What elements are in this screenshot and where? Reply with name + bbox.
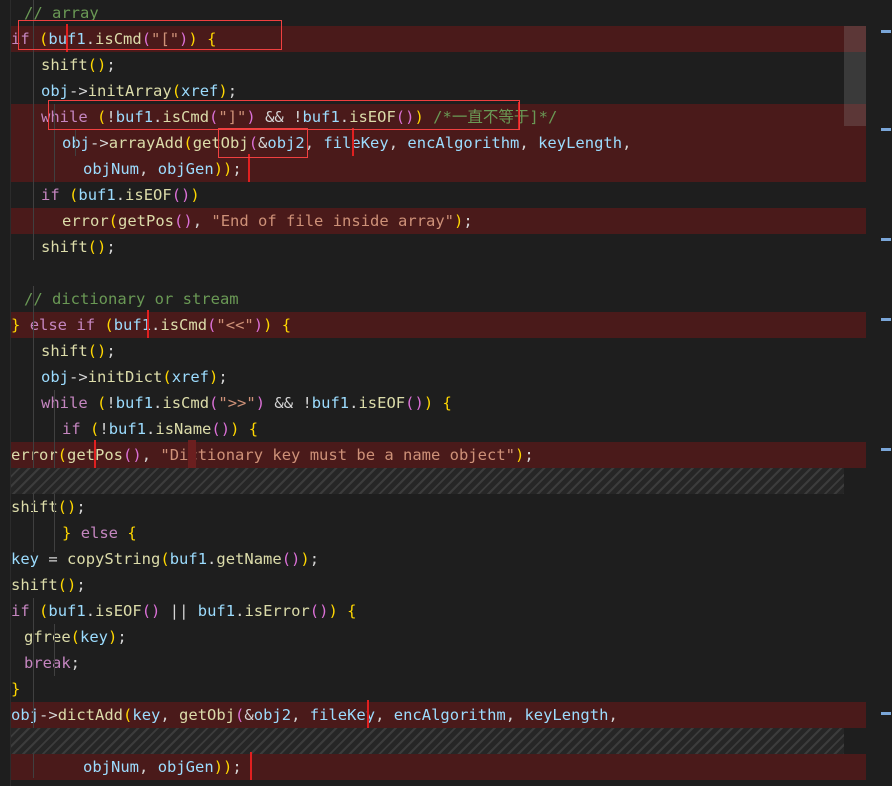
- code-line-text: shift();: [41, 238, 116, 256]
- overview-ruler-mark[interactable]: [881, 128, 891, 131]
- code-line-text: } else if (buf1.isCmd("<<")) {: [11, 316, 292, 334]
- code-line-text: shift();: [11, 498, 86, 516]
- code-line[interactable]: shift();: [0, 52, 866, 78]
- code-line-text: objNum, objGen));: [83, 160, 242, 178]
- code-line[interactable]: obj->initArray(xref);: [0, 78, 866, 104]
- overview-ruler-mark[interactable]: [881, 712, 891, 715]
- code-line[interactable]: shift();: [0, 338, 866, 364]
- code-line[interactable]: [0, 260, 866, 286]
- code-line-text: gfree(key);: [24, 628, 127, 646]
- code-line-text: // dictionary or stream: [24, 290, 239, 308]
- code-line[interactable]: if (!buf1.isName()) {: [0, 416, 866, 442]
- overview-ruler-mark[interactable]: [881, 448, 891, 451]
- indent-guide: [33, 286, 34, 468]
- code-line[interactable]: shift();: [0, 494, 866, 520]
- code-line[interactable]: break;: [0, 650, 866, 676]
- code-line-text: if (buf1.isEOF()): [41, 186, 200, 204]
- vertical-scrollbar[interactable]: [866, 0, 892, 786]
- code-line[interactable]: obj->dictAdd(key, getObj(&obj2, fileKey,…: [0, 702, 866, 728]
- code-line-text: error(getPos(), "Dictionary key must be …: [11, 446, 534, 464]
- code-line[interactable]: } else {: [0, 520, 866, 546]
- overview-ruler-mark[interactable]: [881, 238, 891, 241]
- minimap-highlight-band: [844, 754, 866, 780]
- code-line-text: objNum, objGen));: [83, 758, 242, 776]
- line-gutter: [0, 0, 11, 786]
- code-line-text: while (!buf1.isCmd(">>") && !buf1.isEOF(…: [41, 394, 452, 412]
- code-line-text: break;: [24, 654, 81, 672]
- code-line-text: obj->dictAdd(key, getObj(&obj2, fileKey,…: [11, 706, 618, 724]
- code-line-text: if (buf1.isEOF() || buf1.isError()) {: [11, 602, 357, 620]
- indent-guide: [33, 494, 34, 552]
- code-content[interactable]: // array if (buf1.isCmd("[")) { shift(); ob…: [0, 0, 866, 786]
- indent-guide: [54, 390, 55, 468]
- caret-line-2: [66, 24, 68, 52]
- minimap-slider[interactable]: [844, 26, 866, 126]
- code-line[interactable]: // dictionary or stream: [0, 286, 866, 312]
- code-line-text: while (!buf1.isCmd("]") && !buf1.isEOF()…: [41, 108, 558, 126]
- code-line-text: obj->initArray(xref);: [41, 82, 238, 100]
- caret-line-5: [518, 102, 520, 130]
- code-line[interactable]: if (buf1.isCmd("[")) {: [0, 26, 866, 52]
- folded-range-band: [11, 468, 866, 494]
- code-line[interactable]: // array: [0, 0, 866, 26]
- code-line-text: if (!buf1.isName()) {: [62, 420, 259, 438]
- code-line[interactable]: gfree(key);: [0, 624, 866, 650]
- code-line-text: shift();: [41, 56, 116, 74]
- code-line[interactable]: objNum, objGen));: [0, 754, 866, 780]
- caret-line-6: [352, 128, 354, 156]
- code-line[interactable]: obj->initDict(xref);: [0, 364, 866, 390]
- minimap-highlight-band: [844, 442, 866, 468]
- caret-line-18: [94, 440, 96, 468]
- code-line-text: } else {: [62, 524, 137, 542]
- code-editor[interactable]: // array if (buf1.isCmd("[")) { shift(); ob…: [0, 0, 892, 786]
- code-line-text: // array: [24, 4, 99, 22]
- code-line[interactable]: while (!buf1.isCmd(">>") && !buf1.isEOF(…: [0, 390, 866, 416]
- code-line[interactable]: while (!buf1.isCmd("]") && !buf1.isEOF()…: [0, 104, 866, 130]
- code-line[interactable]: shift();: [0, 572, 866, 598]
- indent-guide: [54, 104, 55, 182]
- code-line[interactable]: }: [0, 676, 866, 702]
- minimap-highlight-band: [844, 208, 866, 234]
- code-line-text: shift();: [11, 576, 86, 594]
- code-line[interactable]: }: [0, 780, 866, 786]
- indent-guide: [75, 130, 76, 156]
- caret-line-28: [367, 700, 369, 728]
- code-line[interactable]: obj->arrayAdd(getObj(&obj2, fileKey, enc…: [0, 130, 866, 156]
- code-line[interactable]: if (buf1.isEOF()): [0, 182, 866, 208]
- caret-line-7: [248, 154, 250, 182]
- code-line-text: shift();: [41, 342, 116, 360]
- indent-guide: [54, 624, 55, 676]
- code-line[interactable]: if (buf1.isEOF() || buf1.isError()) {: [0, 598, 866, 624]
- indent-guide: [33, 0, 34, 260]
- code-line[interactable]: error(getPos(), "End of file inside arra…: [0, 208, 866, 234]
- caret-line-30: [250, 752, 252, 780]
- selection-dictionary-key: [188, 440, 196, 470]
- indent-guide: [54, 494, 55, 552]
- code-line[interactable]: key = copyString(buf1.getName());: [0, 546, 866, 572]
- code-line-text: error(getPos(), "End of file inside arra…: [62, 212, 473, 230]
- code-line[interactable]: shift();: [0, 234, 866, 260]
- minimap[interactable]: [844, 0, 866, 786]
- folded-range-band: [11, 728, 866, 754]
- overview-ruler-mark[interactable]: [881, 30, 891, 33]
- minimap-highlight-band: [844, 702, 866, 728]
- minimap-highlight-band: [844, 312, 866, 338]
- code-line[interactable]: error(getPos(), "Dictionary key must be …: [0, 442, 866, 468]
- code-line[interactable]: } else if (buf1.isCmd("<<")) {: [0, 312, 866, 338]
- caret-line-13: [147, 310, 149, 338]
- code-line[interactable]: objNum, objGen));: [0, 156, 866, 182]
- code-line-text: obj->initDict(xref);: [41, 368, 228, 386]
- code-line-text: key = copyString(buf1.getName());: [11, 550, 320, 568]
- code-line-text: obj->arrayAdd(getObj(&obj2, fileKey, enc…: [62, 134, 632, 152]
- overview-ruler-mark[interactable]: [881, 318, 891, 321]
